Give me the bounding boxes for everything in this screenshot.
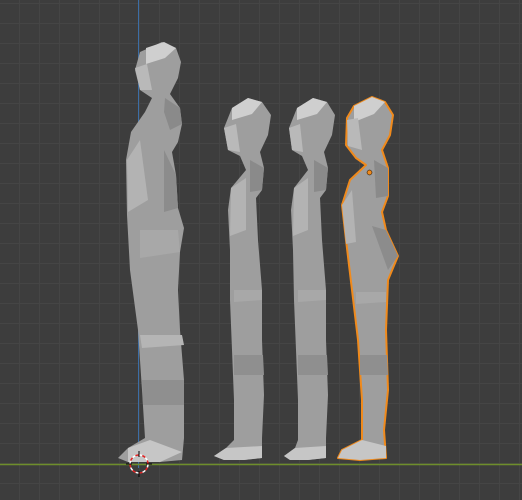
- 3d-viewport[interactable]: [0, 0, 522, 500]
- figure-3-mesh[interactable]: [284, 98, 335, 460]
- figure-1-mesh[interactable]: [118, 42, 184, 462]
- object-origin-dot: [366, 169, 373, 176]
- figure-4-mesh-selected[interactable]: [337, 96, 399, 461]
- viewport-scene[interactable]: [0, 0, 522, 500]
- figure-2-mesh[interactable]: [214, 98, 271, 460]
